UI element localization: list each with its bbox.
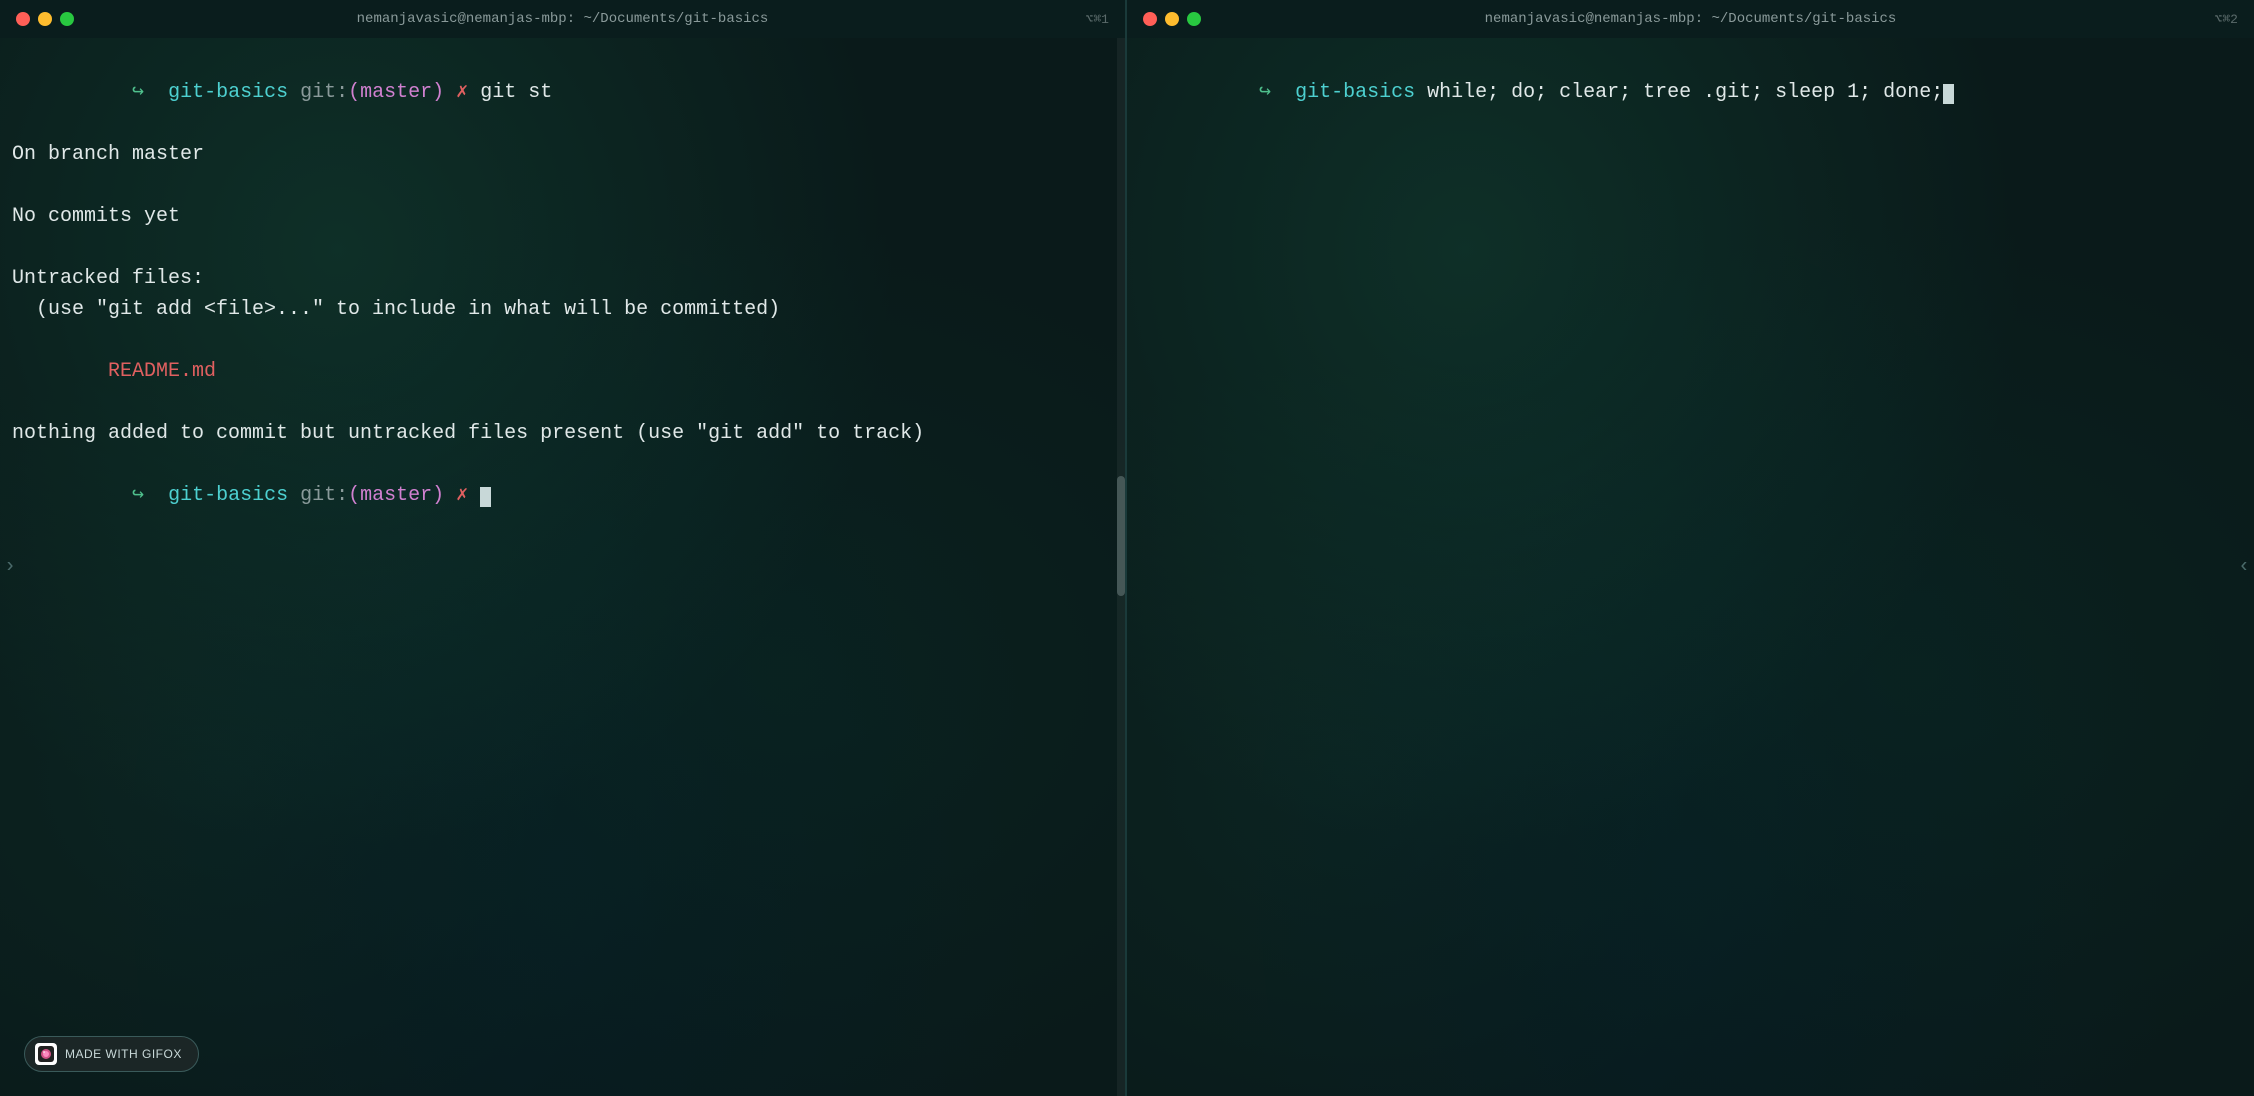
left-title-text: nemanjavasic@nemanjas-mbp: ~/Documents/g…	[357, 11, 769, 27]
prompt-symbol-2: ✗	[444, 484, 480, 507]
right-window-controls	[1143, 12, 1201, 26]
gifox-icon	[35, 1043, 57, 1065]
left-side-arrow: ›	[4, 556, 16, 579]
terminal-cursor-right	[1943, 84, 1954, 104]
right-title-shortcut: ⌥⌘2	[2215, 12, 2238, 27]
output-line-9: nothing added to commit but untracked fi…	[12, 418, 1113, 449]
prompt-symbol-1: ✗	[444, 81, 480, 104]
right-terminal-body[interactable]: ↪ git-basics while; do; clear; tree .git…	[1127, 38, 2254, 1096]
prompt-arrow-1: ↪	[132, 81, 168, 104]
prompt-git-label-2: git:	[300, 484, 348, 507]
right-title-bar: nemanjavasic@nemanjas-mbp: ~/Documents/g…	[1127, 0, 2254, 38]
close-button-left[interactable]	[16, 12, 30, 26]
left-scrollbar-thumb[interactable]	[1117, 476, 1125, 596]
right-title-text: nemanjavasic@nemanjas-mbp: ~/Documents/g…	[1485, 11, 1897, 27]
output-line-8	[12, 387, 1113, 418]
prompt-branch-1: (master)	[348, 81, 444, 104]
terminal-cursor-left	[480, 487, 491, 507]
output-line-6: (use "git add <file>..." to include in w…	[12, 294, 1113, 325]
output-line-4	[12, 232, 1113, 263]
left-scrollbar[interactable]	[1117, 38, 1125, 1096]
gifox-label: MADE WITH GIFOX	[65, 1047, 182, 1061]
prompt-git-label-1: git:	[300, 81, 348, 104]
minimize-button-left[interactable]	[38, 12, 52, 26]
left-terminal-body[interactable]: ↪ git-basics git:(master) ✗ git st On br…	[0, 38, 1125, 1096]
prompt-line-1: ↪ git-basics git:(master) ✗ git st	[12, 46, 1113, 139]
prompt-command-1: git st	[480, 81, 552, 104]
left-window-controls	[16, 12, 74, 26]
maximize-button-right[interactable]	[1187, 12, 1201, 26]
output-line-7	[12, 325, 1113, 356]
left-terminal-pane: nemanjavasic@nemanjas-mbp: ~/Documents/g…	[0, 0, 1127, 1096]
right-prompt-arrow: ↪	[1259, 81, 1295, 104]
left-terminal-content: ↪ git-basics git:(master) ✗ git st On br…	[12, 46, 1113, 542]
right-prompt-command: while; do; clear; tree .git; sleep 1; do…	[1427, 81, 1943, 104]
right-terminal-pane: nemanjavasic@nemanjas-mbp: ~/Documents/g…	[1127, 0, 2254, 1096]
left-title-bar: nemanjavasic@nemanjas-mbp: ~/Documents/g…	[0, 0, 1125, 38]
minimize-button-right[interactable]	[1165, 12, 1179, 26]
right-terminal-content: ↪ git-basics while; do; clear; tree .git…	[1139, 46, 2242, 139]
right-side-arrow: ‹	[2238, 556, 2250, 579]
output-line-2	[12, 170, 1113, 201]
prompt-arrow-2: ↪	[132, 484, 168, 507]
left-title-shortcut: ⌥⌘1	[1086, 12, 1109, 27]
right-prompt-line: ↪ git-basics while; do; clear; tree .git…	[1139, 46, 2242, 139]
close-button-right[interactable]	[1143, 12, 1157, 26]
prompt-dir-1: git-basics	[168, 81, 300, 104]
output-line-5: Untracked files:	[12, 263, 1113, 294]
maximize-button-left[interactable]	[60, 12, 74, 26]
output-line-3: No commits yet	[12, 201, 1113, 232]
prompt-line-2: ↪ git-basics git:(master) ✗	[12, 449, 1113, 542]
prompt-branch-2: (master)	[348, 484, 444, 507]
output-line-1: On branch master	[12, 139, 1113, 170]
gifox-badge: MADE WITH GIFOX	[24, 1036, 199, 1072]
prompt-dir-2: git-basics	[168, 484, 300, 507]
right-prompt-dir: git-basics	[1295, 81, 1427, 104]
output-line-readme: README.md	[12, 356, 1113, 387]
app-container: nemanjavasic@nemanjas-mbp: ~/Documents/g…	[0, 0, 2254, 1096]
